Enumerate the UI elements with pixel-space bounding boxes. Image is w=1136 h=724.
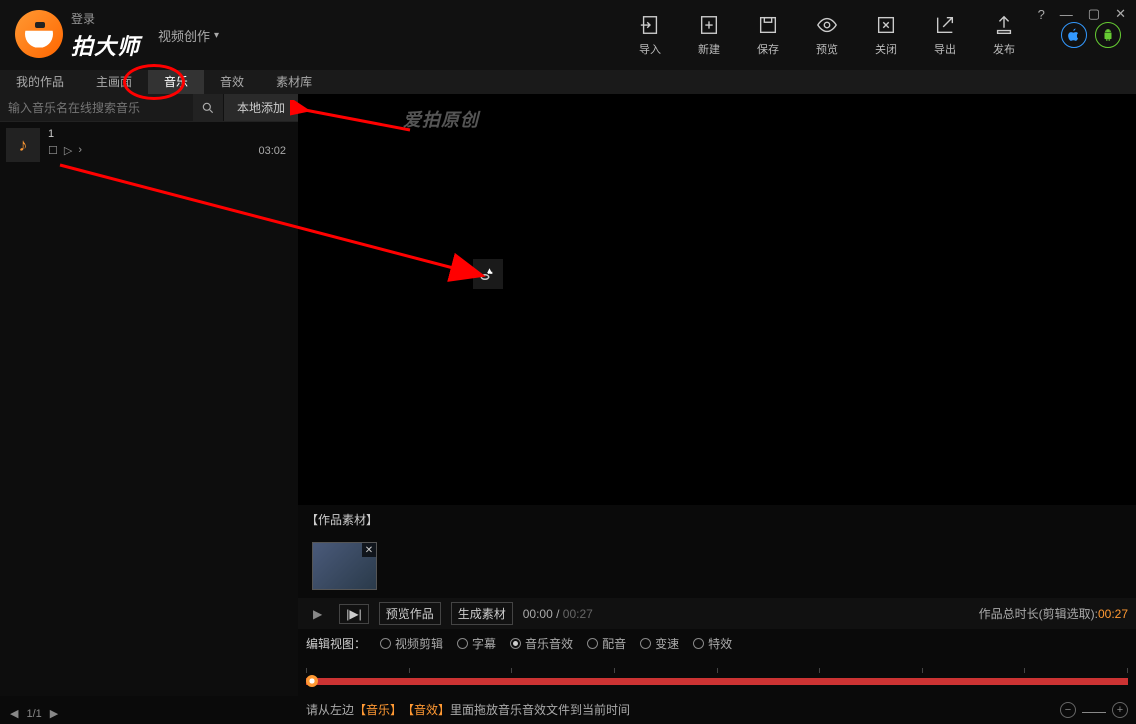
tab-music[interactable]: 音乐 (148, 70, 204, 94)
timeline-track[interactable] (306, 678, 1128, 685)
music-note-icon: ♪ (6, 128, 40, 162)
close-icon (874, 13, 898, 37)
page-indicator: 1/1 (26, 708, 41, 720)
total-duration: 作品总时长(剪辑选取):00:27 (979, 605, 1128, 622)
publish-button[interactable]: 发布 (992, 13, 1016, 57)
tab-myworks[interactable]: 我的作品 (0, 70, 80, 94)
materials-section: 【作品素材】 (298, 505, 1136, 598)
materials-label: 【作品素材】 (298, 505, 1136, 534)
publish-icon (992, 13, 1016, 37)
close-button[interactable]: 关闭 (874, 13, 898, 57)
minimize-icon[interactable]: — (1060, 7, 1073, 22)
preview-icon (815, 13, 839, 37)
new-icon (697, 13, 721, 37)
android-icon[interactable] (1095, 22, 1121, 48)
music-item-actions: ☐ ▷ › (48, 144, 82, 157)
new-label: 新建 (698, 41, 720, 57)
close-window-icon[interactable]: ✕ (1115, 6, 1126, 22)
login-link[interactable]: 登录 (71, 10, 140, 27)
save-label: 保存 (757, 41, 779, 57)
generate-material-button[interactable]: 生成素材 (451, 602, 513, 625)
play-button[interactable]: ▶ (306, 604, 329, 624)
radio-musicfx[interactable]: 音乐音效 (510, 635, 573, 652)
main: 爱拍原创 【作品素材】 ▶ |▶| 预览作品 生成素材 00:00 / 00:2… (298, 94, 1136, 724)
sidebar: 本地添加 ♪ 1 ☐ ▷ › 03:02 (0, 94, 298, 696)
apple-icon[interactable] (1061, 22, 1087, 48)
radio-effects[interactable]: 特效 (693, 635, 732, 652)
tab-library[interactable]: 素材库 (260, 70, 328, 94)
tabs: 我的作品 主画面 音乐 音效 素材库 (0, 70, 1136, 94)
app-name: 拍大师 (71, 29, 140, 61)
mode-select[interactable]: 视频创作 (158, 26, 219, 45)
watermark: 爱拍原创 (403, 106, 479, 132)
search-row: 本地添加 (0, 94, 298, 122)
preview-area[interactable]: 爱拍原创 (298, 94, 1136, 505)
grab-cursor-icon (473, 259, 503, 289)
preview-label: 预览 (816, 41, 838, 57)
zoom-slider-icon[interactable]: ⎼⎼ (1082, 702, 1106, 717)
footer: ◀ 1/1 ▶ (0, 707, 298, 720)
import-label: 导入 (639, 41, 661, 57)
local-add-button[interactable]: 本地添加 (223, 94, 298, 121)
tab-soundfx[interactable]: 音效 (204, 70, 260, 94)
hint-bar: 请从左边【音乐】【音效】里面拖放音乐音效文件到当前时间 − ⎼⎼ + (298, 695, 1136, 724)
page-prev-button[interactable]: ◀ (10, 707, 18, 720)
material-thumbnail[interactable] (312, 542, 377, 590)
music-play-icon[interactable]: ▷ (64, 144, 72, 157)
zoom-in-button[interactable]: + (1112, 702, 1128, 718)
publish-label: 发布 (993, 41, 1015, 57)
search-input[interactable] (0, 94, 193, 121)
edit-view-label: 编辑视图： (306, 635, 366, 652)
app-logo (15, 10, 63, 58)
radio-videoclip[interactable]: 视频剪辑 (380, 635, 443, 652)
tab-mainscreen[interactable]: 主画面 (80, 70, 148, 94)
import-icon (638, 13, 662, 37)
time-display: 00:00 / 00:27 (523, 607, 593, 621)
zoom-controls: − ⎼⎼ + (1060, 702, 1128, 718)
music-item[interactable]: ♪ 1 ☐ ▷ › 03:02 (0, 122, 298, 168)
save-icon (756, 13, 780, 37)
music-more-icon[interactable]: › (78, 144, 82, 157)
zoom-out-button[interactable]: − (1060, 702, 1076, 718)
maximize-icon[interactable]: ▢ (1088, 6, 1100, 22)
help-icon[interactable]: ? (1038, 7, 1045, 22)
import-button[interactable]: 导入 (638, 13, 662, 57)
timeline[interactable] (298, 658, 1136, 695)
export-button[interactable]: 导出 (933, 13, 957, 57)
radio-subtitle[interactable]: 字幕 (457, 635, 496, 652)
page-next-button[interactable]: ▶ (50, 707, 58, 720)
playback-bar: ▶ |▶| 预览作品 生成素材 00:00 / 00:27 作品总时长(剪辑选取… (298, 598, 1136, 629)
search-button[interactable] (193, 94, 223, 121)
timeline-handle[interactable] (306, 675, 318, 687)
new-button[interactable]: 新建 (697, 13, 721, 57)
window-controls: ? — ▢ ✕ (1038, 6, 1126, 22)
radio-speed[interactable]: 变速 (640, 635, 679, 652)
radio-dub[interactable]: 配音 (587, 635, 626, 652)
export-label: 导出 (934, 41, 956, 57)
music-queue-icon[interactable]: ☐ (48, 144, 58, 157)
close-label: 关闭 (875, 41, 897, 57)
save-button[interactable]: 保存 (756, 13, 780, 57)
music-item-duration: 03:02 (258, 145, 292, 157)
preview-work-button[interactable]: 预览作品 (379, 602, 441, 625)
pager: ◀ 1/1 ▶ (10, 707, 58, 720)
step-button[interactable]: |▶| (339, 604, 368, 624)
export-icon (933, 13, 957, 37)
edit-view-bar: 编辑视图： 视频剪辑 字幕 音乐音效 配音 变速 特效 (298, 629, 1136, 658)
preview-button[interactable]: 预览 (815, 13, 839, 57)
header: 登录 拍大师 视频创作 导入 新建 保存 预览 关闭 导出 (0, 0, 1136, 70)
music-item-number: 1 (48, 128, 292, 140)
